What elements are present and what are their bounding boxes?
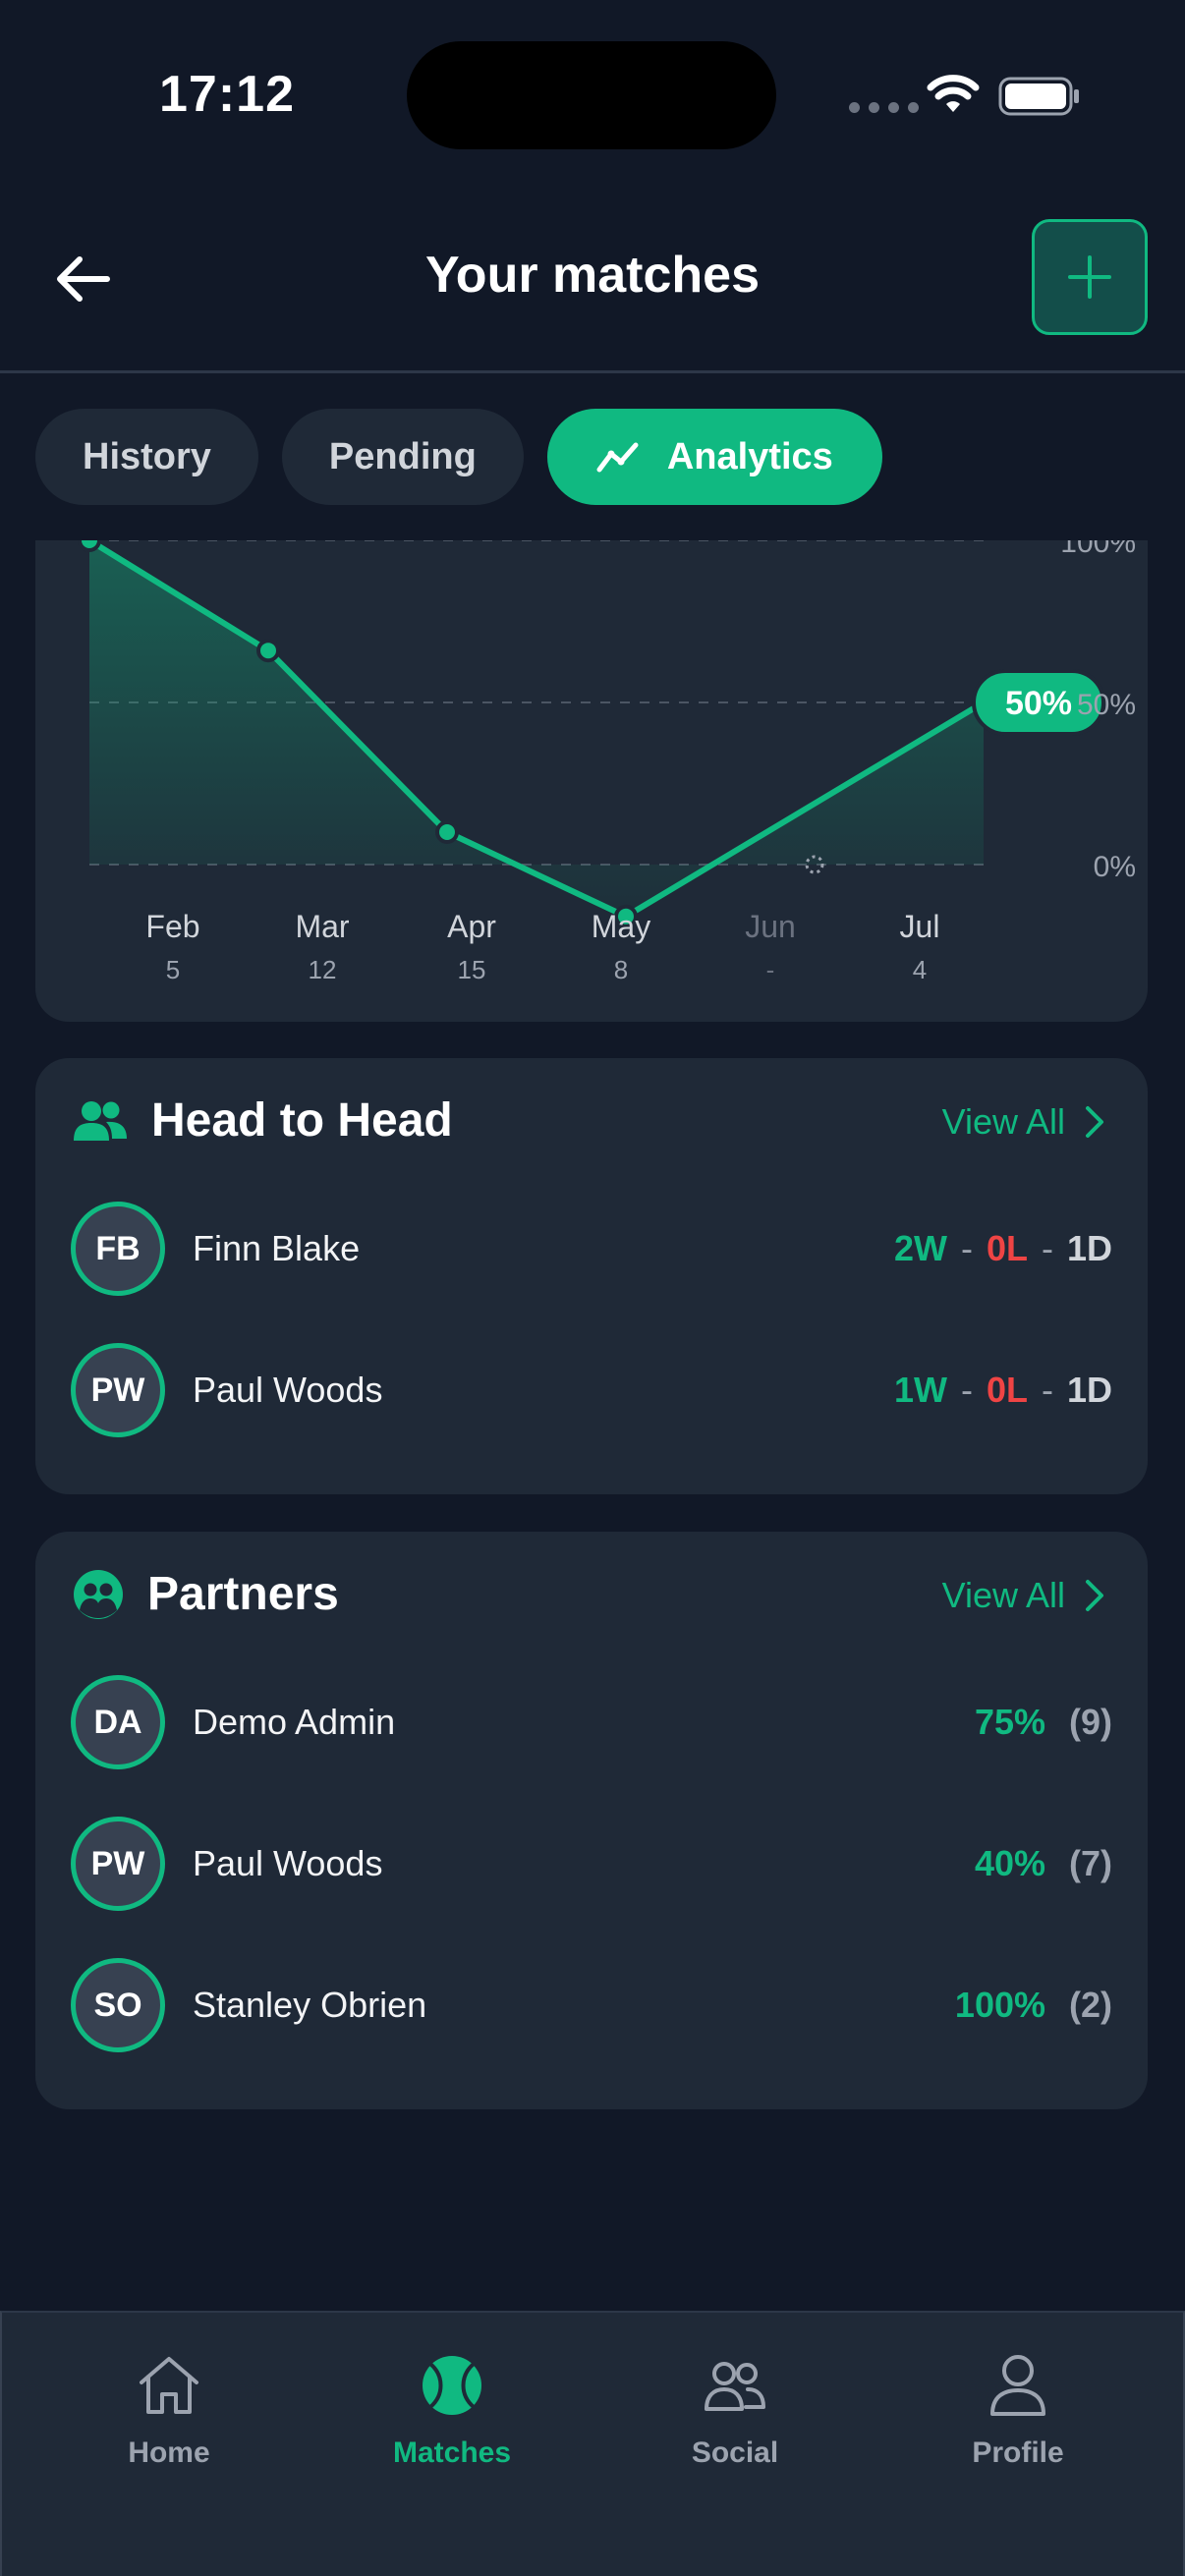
nav-profile[interactable]: Profile bbox=[920, 2348, 1116, 2470]
avatar: PW bbox=[71, 1343, 165, 1437]
h2h-record: 2W - 0L - 1D bbox=[894, 1228, 1112, 1269]
chevron-right-icon bbox=[1085, 1579, 1104, 1612]
header: Your matches bbox=[0, 187, 1185, 373]
wins: 1W bbox=[893, 1370, 947, 1410]
separator: - bbox=[1041, 1370, 1053, 1410]
partner-row[interactable]: DA Demo Admin 75% (9) bbox=[71, 1673, 1112, 1771]
status-time: 17:12 bbox=[159, 66, 295, 123]
wins: 2W bbox=[893, 1228, 947, 1268]
view-all-link[interactable]: View All bbox=[942, 1101, 1104, 1143]
win-percentage: 40% bbox=[974, 1843, 1045, 1883]
chevron-right-icon bbox=[1085, 1105, 1104, 1139]
y-tick-label: 50% bbox=[1077, 689, 1136, 721]
view-all-link[interactable]: View All bbox=[942, 1575, 1104, 1616]
x-tick-label: Jul bbox=[900, 909, 940, 944]
match-count: (2) bbox=[1069, 1985, 1112, 2025]
plus-icon bbox=[1068, 255, 1111, 299]
data-point bbox=[256, 639, 280, 663]
avatar: FB bbox=[71, 1202, 165, 1296]
losses: 0L bbox=[986, 1370, 1028, 1410]
tab-bar: History Pending Analytics bbox=[35, 409, 882, 505]
data-point bbox=[78, 540, 101, 552]
h2h-row[interactable]: FB Finn Blake 2W - 0L - 1D bbox=[71, 1200, 1112, 1298]
nav-social[interactable]: Social bbox=[637, 2348, 833, 2470]
data-point bbox=[435, 820, 459, 844]
partner-name: Stanley Obrien bbox=[193, 1985, 427, 2025]
head-to-head-card: Head to Head View All FB Finn Blake 2W -… bbox=[35, 1058, 1148, 1494]
match-count: (7) bbox=[1069, 1843, 1112, 1883]
match-count-label: 8 bbox=[614, 955, 628, 984]
match-count-label: 5 bbox=[166, 955, 180, 984]
losses: 0L bbox=[986, 1228, 1028, 1268]
match-count-label: 15 bbox=[458, 955, 486, 984]
users-icon bbox=[74, 1100, 127, 1141]
add-match-button[interactable] bbox=[1032, 219, 1148, 335]
x-tick-label: Mar bbox=[295, 909, 349, 944]
draws: 1D bbox=[1066, 1228, 1112, 1268]
match-count: (9) bbox=[1069, 1702, 1112, 1742]
separator: - bbox=[960, 1228, 973, 1268]
h2h-row[interactable]: PW Paul Woods 1W - 0L - 1D bbox=[71, 1341, 1112, 1439]
avatar: PW bbox=[71, 1817, 165, 1911]
separator: - bbox=[1041, 1228, 1053, 1268]
tennis-ball-icon bbox=[421, 2348, 483, 2423]
h2h-record: 1W - 0L - 1D bbox=[894, 1370, 1112, 1411]
partner-row[interactable]: SO Stanley Obrien 100% (2) bbox=[71, 1956, 1112, 2054]
partner-row[interactable]: PW Paul Woods 40% (7) bbox=[71, 1815, 1112, 1913]
people-icon bbox=[703, 2348, 767, 2423]
tab-pending[interactable]: Pending bbox=[281, 409, 524, 505]
badge-label: 50% bbox=[1005, 685, 1072, 722]
status-bar: 17:12 bbox=[0, 0, 1185, 187]
chart-canvas: 50% 100% 50% 0% Feb 5 Mar 12 Apr 15 May 8 Jun - Jul 4 bbox=[78, 540, 1136, 984]
x-tick-label: May bbox=[592, 909, 650, 944]
draws: 1D bbox=[1066, 1370, 1112, 1410]
win-percentage: 75% bbox=[974, 1702, 1045, 1742]
match-count-label: 4 bbox=[913, 955, 927, 984]
win-rate-chart: 50% 100% 50% 0% Feb 5 Mar 12 Apr 15 May 8 Jun - Jul 4 bbox=[35, 540, 1148, 1022]
avatar: SO bbox=[71, 1958, 165, 2052]
trend-icon bbox=[596, 440, 642, 474]
partners-icon bbox=[74, 1569, 123, 1619]
y-tick-label: 100% bbox=[1060, 540, 1136, 559]
partner-name: Demo Admin bbox=[193, 1702, 396, 1742]
dynamic-island bbox=[407, 41, 776, 149]
partner-name: Paul Woods bbox=[193, 1843, 383, 1883]
page-title: Your matches bbox=[424, 247, 761, 304]
x-tick-label: Feb bbox=[145, 909, 199, 944]
separator: - bbox=[960, 1370, 973, 1410]
battery-icon bbox=[998, 77, 1079, 116]
x-tick-label: Jun bbox=[745, 909, 796, 944]
match-count-label: 12 bbox=[309, 955, 337, 984]
person-icon bbox=[988, 2348, 1047, 2423]
cellular-signal-icon bbox=[849, 102, 919, 113]
match-count-label: - bbox=[766, 955, 775, 984]
card-title: Head to Head bbox=[151, 1094, 453, 1147]
partners-card: Partners View All DA Demo Admin 75% (9) … bbox=[35, 1532, 1148, 2109]
player-name: Finn Blake bbox=[193, 1228, 361, 1268]
win-percentage: 100% bbox=[954, 1985, 1045, 2025]
player-name: Paul Woods bbox=[193, 1370, 383, 1410]
avatar: DA bbox=[71, 1675, 165, 1769]
nav-home[interactable]: Home bbox=[71, 2348, 267, 2470]
bottom-nav: Home Matches Social Profile bbox=[0, 2311, 1185, 2576]
wifi-icon bbox=[927, 75, 980, 112]
nav-matches[interactable]: Matches bbox=[354, 2348, 550, 2470]
tab-analytics[interactable]: Analytics bbox=[546, 409, 882, 505]
tab-history[interactable]: History bbox=[35, 409, 258, 505]
card-title: Partners bbox=[147, 1568, 339, 1620]
y-tick-label: 0% bbox=[1094, 851, 1136, 883]
area-fill bbox=[89, 540, 984, 917]
home-icon bbox=[137, 2348, 201, 2423]
x-tick-label: Apr bbox=[447, 909, 496, 944]
